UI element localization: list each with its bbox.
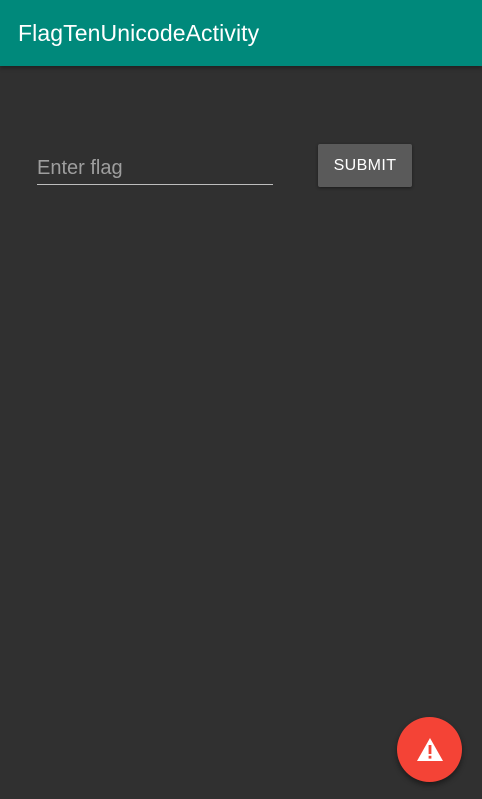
warning-fab[interactable]: [397, 717, 462, 782]
submit-button[interactable]: SUBMIT: [318, 144, 412, 187]
app-screen: FlagTenUnicodeActivity SUBMIT: [0, 0, 482, 799]
app-toolbar: FlagTenUnicodeActivity: [0, 0, 482, 66]
toolbar-title: FlagTenUnicodeActivity: [18, 19, 260, 46]
flag-input[interactable]: [37, 152, 273, 185]
main-content: SUBMIT: [0, 66, 482, 799]
warning-icon: [416, 737, 443, 761]
